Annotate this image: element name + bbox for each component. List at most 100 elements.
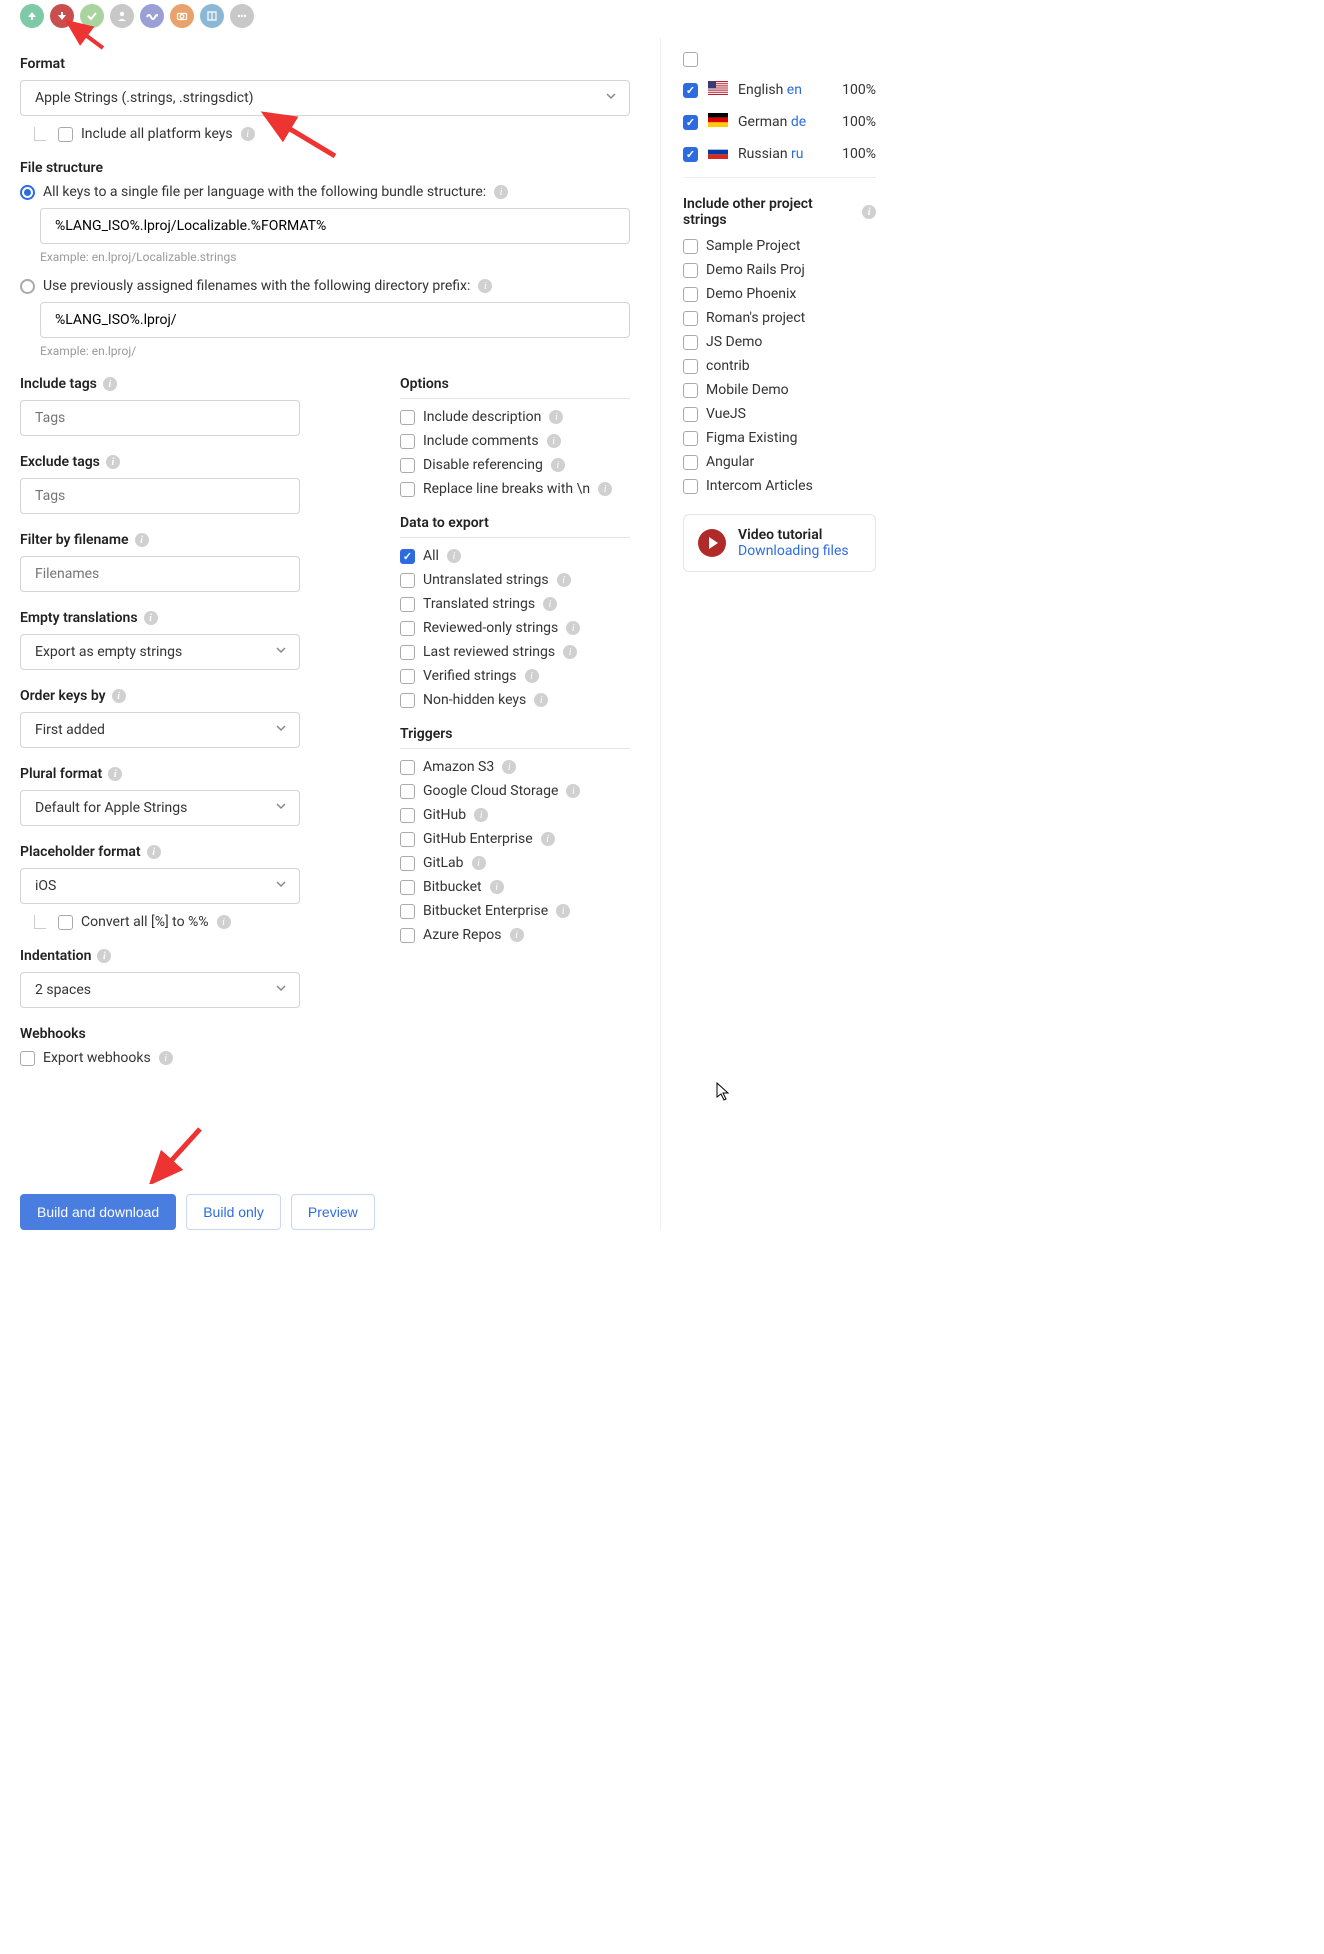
info-icon[interactable] bbox=[549, 410, 563, 424]
info-icon[interactable] bbox=[551, 458, 565, 472]
info-icon[interactable] bbox=[447, 549, 461, 563]
info-icon[interactable] bbox=[108, 767, 122, 781]
build-and-download-button[interactable]: Build and download bbox=[20, 1194, 176, 1230]
info-icon[interactable] bbox=[547, 434, 561, 448]
info-icon[interactable] bbox=[563, 645, 577, 659]
language-checkbox[interactable] bbox=[683, 147, 698, 162]
info-icon[interactable] bbox=[525, 669, 539, 683]
info-icon[interactable] bbox=[106, 455, 120, 469]
info-icon[interactable] bbox=[541, 832, 555, 846]
data-export-checkbox[interactable] bbox=[400, 549, 415, 564]
info-icon[interactable] bbox=[556, 904, 570, 918]
file-structure-single-radio[interactable] bbox=[20, 185, 35, 200]
trigger-checkbox[interactable] bbox=[400, 856, 415, 871]
other-project-checkbox[interactable] bbox=[683, 359, 698, 374]
export-webhooks-checkbox[interactable] bbox=[20, 1051, 35, 1066]
camera-icon[interactable] bbox=[170, 4, 194, 28]
placeholder-format-select[interactable]: iOS bbox=[20, 868, 300, 904]
data-export-checkbox[interactable] bbox=[400, 621, 415, 636]
bundle-structure-input[interactable] bbox=[40, 208, 630, 244]
other-project-checkbox[interactable] bbox=[683, 287, 698, 302]
trigger-checkbox[interactable] bbox=[400, 832, 415, 847]
info-icon[interactable] bbox=[241, 127, 255, 141]
other-project-checkbox[interactable] bbox=[683, 239, 698, 254]
indentation-select[interactable]: 2 spaces bbox=[20, 972, 300, 1008]
info-icon[interactable] bbox=[135, 533, 149, 547]
trigger-row: Bitbucket Enterprise bbox=[400, 903, 630, 919]
wave-icon[interactable] bbox=[140, 4, 164, 28]
trigger-checkbox[interactable] bbox=[400, 904, 415, 919]
check-icon[interactable] bbox=[80, 4, 104, 28]
directory-prefix-input[interactable] bbox=[40, 302, 630, 338]
info-icon[interactable] bbox=[494, 185, 508, 199]
trigger-checkbox[interactable] bbox=[400, 784, 415, 799]
info-icon[interactable] bbox=[510, 928, 524, 942]
other-project-checkbox[interactable] bbox=[683, 383, 698, 398]
data-export-checkbox[interactable] bbox=[400, 597, 415, 612]
info-icon[interactable] bbox=[159, 1051, 173, 1065]
other-project-checkbox[interactable] bbox=[683, 335, 698, 350]
other-project-checkbox[interactable] bbox=[683, 479, 698, 494]
info-icon[interactable] bbox=[112, 689, 126, 703]
up-arrow-icon[interactable] bbox=[20, 4, 44, 28]
other-project-checkbox[interactable] bbox=[683, 455, 698, 470]
option-checkbox[interactable] bbox=[400, 410, 415, 425]
include-tags-input[interactable] bbox=[20, 400, 300, 436]
info-icon[interactable] bbox=[147, 845, 161, 859]
data-export-checkbox[interactable] bbox=[400, 645, 415, 660]
info-icon[interactable] bbox=[598, 482, 612, 496]
preview-button[interactable]: Preview bbox=[291, 1194, 375, 1230]
other-project-checkbox[interactable] bbox=[683, 431, 698, 446]
info-icon[interactable] bbox=[566, 621, 580, 635]
plural-format-value: Default for Apple Strings bbox=[35, 800, 187, 816]
trigger-checkbox[interactable] bbox=[400, 928, 415, 943]
info-icon[interactable] bbox=[862, 205, 876, 219]
other-project-checkbox[interactable] bbox=[683, 407, 698, 422]
data-export-checkbox[interactable] bbox=[400, 573, 415, 588]
info-icon[interactable] bbox=[534, 693, 548, 707]
info-icon[interactable] bbox=[490, 880, 504, 894]
info-icon[interactable] bbox=[543, 597, 557, 611]
file-structure-prev-radio[interactable] bbox=[20, 279, 35, 294]
language-checkbox[interactable] bbox=[683, 115, 698, 130]
include-platform-keys-checkbox[interactable] bbox=[58, 127, 73, 142]
trigger-checkbox[interactable] bbox=[400, 808, 415, 823]
info-icon[interactable] bbox=[502, 760, 516, 774]
tutorial-link[interactable]: Downloading files bbox=[738, 543, 849, 559]
info-icon[interactable] bbox=[144, 611, 158, 625]
data-export-checkbox[interactable] bbox=[400, 669, 415, 684]
info-icon[interactable] bbox=[478, 279, 492, 293]
other-project-checkbox[interactable] bbox=[683, 311, 698, 326]
language-checkbox[interactable] bbox=[683, 83, 698, 98]
option-checkbox[interactable] bbox=[400, 482, 415, 497]
build-only-button[interactable]: Build only bbox=[186, 1194, 281, 1230]
more-icon[interactable] bbox=[230, 4, 254, 28]
other-project-label: Figma Existing bbox=[706, 430, 797, 446]
person-icon[interactable] bbox=[110, 4, 134, 28]
select-all-languages-checkbox[interactable] bbox=[683, 52, 698, 67]
option-checkbox[interactable] bbox=[400, 458, 415, 473]
order-keys-select[interactable]: First added bbox=[20, 712, 300, 748]
info-icon[interactable] bbox=[217, 915, 231, 929]
book-icon[interactable] bbox=[200, 4, 224, 28]
info-icon[interactable] bbox=[566, 784, 580, 798]
plural-format-select[interactable]: Default for Apple Strings bbox=[20, 790, 300, 826]
other-project-checkbox[interactable] bbox=[683, 263, 698, 278]
info-icon[interactable] bbox=[472, 856, 486, 870]
exclude-tags-input[interactable] bbox=[20, 478, 300, 514]
down-arrow-icon[interactable] bbox=[50, 4, 74, 28]
format-select[interactable]: Apple Strings (.strings, .stringsdict) bbox=[20, 80, 630, 116]
info-icon[interactable] bbox=[557, 573, 571, 587]
tree-pipe-icon bbox=[34, 127, 46, 141]
empty-translations-select[interactable]: Export as empty strings bbox=[20, 634, 300, 670]
trigger-checkbox[interactable] bbox=[400, 760, 415, 775]
info-icon[interactable] bbox=[474, 808, 488, 822]
option-checkbox[interactable] bbox=[400, 434, 415, 449]
trigger-checkbox[interactable] bbox=[400, 880, 415, 895]
filter-filename-input[interactable] bbox=[20, 556, 300, 592]
data-export-checkbox[interactable] bbox=[400, 693, 415, 708]
info-icon[interactable] bbox=[97, 949, 111, 963]
video-tutorial-card[interactable]: Video tutorial Downloading files bbox=[683, 514, 876, 572]
info-icon[interactable] bbox=[103, 377, 117, 391]
convert-percent-checkbox[interactable] bbox=[58, 915, 73, 930]
